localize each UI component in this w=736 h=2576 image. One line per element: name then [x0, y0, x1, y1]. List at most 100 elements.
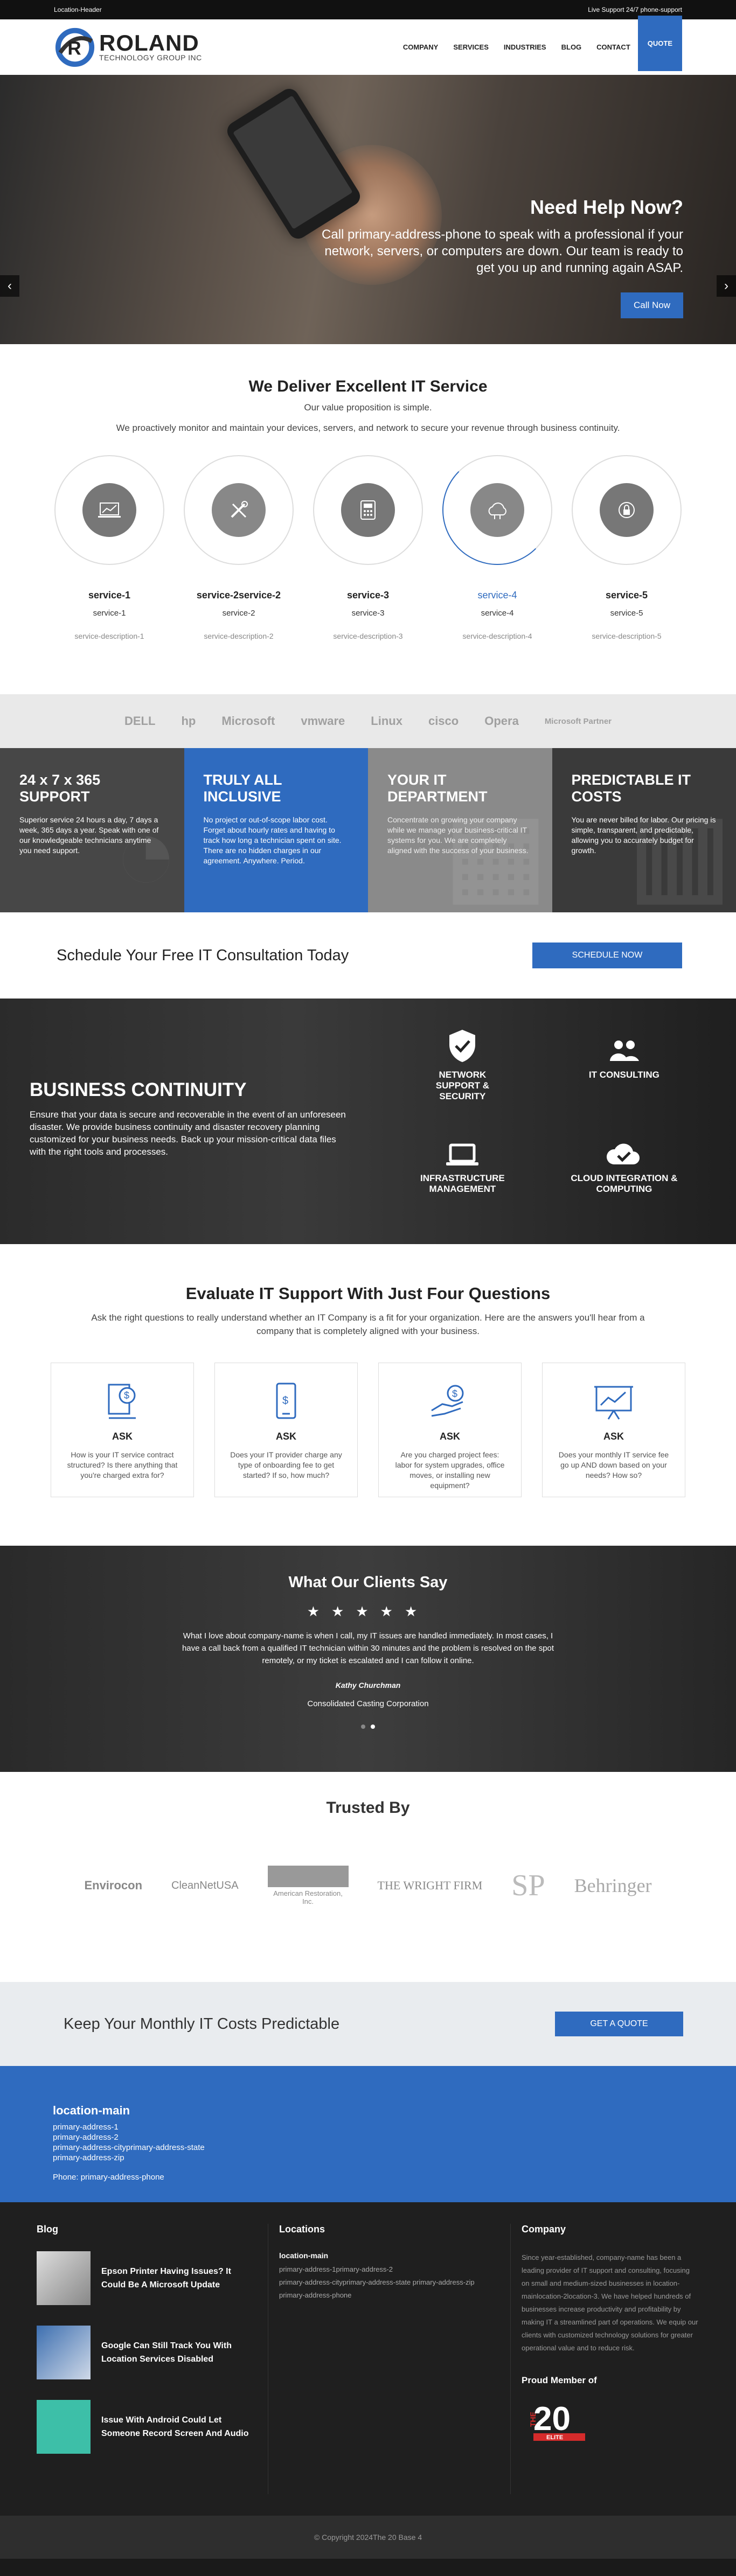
feature-title: TRULY ALL INCLUSIVE	[204, 772, 349, 805]
blog-post-title[interactable]: Google Can Still Track You With Location…	[101, 2339, 257, 2366]
footer-location-phone[interactable]: primary-address-phone	[279, 2289, 499, 2302]
blog-post-title[interactable]: Epson Printer Having Issues? It Could Be…	[101, 2265, 257, 2292]
service-name-1: service-1	[54, 590, 164, 601]
client-logo: American Restoration, Inc.	[268, 1866, 349, 1905]
evaluate-section: Evaluate IT Support With Just Four Quest…	[0, 1244, 736, 1546]
partner-logo: Linux	[371, 714, 402, 728]
client-logo: CleanNetUSA	[171, 1880, 239, 1892]
question-card-1: $ ASK How is your IT service contract st…	[51, 1363, 194, 1497]
service-card-2[interactable]: service-2service-2 service-2 service-des…	[184, 455, 294, 640]
bc-item-label: NETWORK SUPPORT & SECURITY	[377, 1070, 548, 1102]
features-row: ◔ 24 x 7 x 365 SUPPORT Superior service …	[0, 748, 736, 912]
nav-company[interactable]: COMPANY	[395, 19, 446, 75]
slider-prev-arrow-icon[interactable]: ‹	[0, 275, 19, 297]
services-section: We Deliver Excellent IT Service Our valu…	[0, 344, 736, 694]
feature-costs: ▥ PREDICTABLE IT COSTS You are never bil…	[552, 748, 736, 912]
logo[interactable]: R ROLAND TECHNOLOGY GROUP INC	[54, 26, 202, 68]
presentation-chart-icon	[543, 1381, 685, 1421]
address-line: primary-address-cityprimary-address-stat…	[53, 2142, 683, 2153]
bc-item-label: IT CONSULTING	[548, 1070, 700, 1080]
slider-next-arrow-icon[interactable]: ›	[717, 275, 736, 297]
footer-locations: Locations location-main primary-address-…	[268, 2224, 511, 2494]
phone-system-icon	[341, 483, 395, 537]
clock-icon: ◔	[114, 799, 179, 907]
feature-department: ▦ YOUR IT DEPARTMENT Concentrate on grow…	[368, 748, 552, 912]
client-logo: Envirocon	[84, 1879, 142, 1893]
service-desc-5: service-description-5	[572, 632, 682, 640]
bc-item-infrastructure[interactable]: INFRASTRUCTURE MANAGEMENT	[377, 1129, 548, 1195]
users-icon	[548, 1025, 700, 1063]
footer: Blog Epson Printer Having Issues? It Cou…	[0, 2202, 736, 2516]
nav-quote[interactable]: QUOTE	[638, 16, 682, 71]
evaluate-title: Evaluate IT Support With Just Four Quest…	[0, 1284, 736, 1303]
bc-title: BUSINESS CONTINUITY	[30, 1079, 350, 1101]
blog-post[interactable]: Google Can Still Track You With Location…	[37, 2326, 257, 2379]
service-card-3[interactable]: service-3 service-3 service-description-…	[313, 455, 423, 640]
services-subtitle: Our value proposition is simple.	[0, 402, 736, 413]
logo-swoosh-icon: R	[54, 26, 96, 68]
blog-post-title[interactable]: Issue With Android Could Let Someone Rec…	[101, 2413, 257, 2440]
hero-text: Call primary-address-phone to speak with…	[317, 226, 683, 276]
the-20-badge[interactable]: THE 20 ELITE	[522, 2396, 586, 2443]
hero-title: Need Help Now?	[317, 196, 683, 219]
nav-contact[interactable]: CONTACT	[589, 19, 638, 75]
bc-item-consulting[interactable]: IT CONSULTING	[548, 1025, 700, 1102]
bc-item-label: INFRASTRUCTURE MANAGEMENT	[377, 1173, 548, 1195]
chart-icon: ▥	[629, 799, 731, 907]
footer-blog: Blog Epson Printer Having Issues? It Cou…	[26, 2224, 268, 2494]
feature-text: No project or out-of-scope labor cost. F…	[204, 815, 349, 866]
cloud-icon	[470, 483, 524, 537]
service-name-3b: service-3	[313, 609, 423, 618]
logo-tagline: TECHNOLOGY GROUP INC	[99, 53, 202, 62]
consultation-banner: Schedule Your Free IT Consultation Today…	[0, 912, 736, 999]
bc-item-network[interactable]: NETWORK SUPPORT & SECURITY	[377, 1025, 548, 1102]
services-title: We Deliver Excellent IT Service	[0, 378, 736, 396]
question-card-3: $ ASK Are you charged project fees: labo…	[378, 1363, 522, 1497]
business-continuity-section: BUSINESS CONTINUITY Ensure that your dat…	[0, 999, 736, 1244]
bc-item-cloud[interactable]: CLOUD INTEGRATION & COMPUTING	[548, 1129, 700, 1195]
location-phone[interactable]: Phone: primary-address-phone	[53, 2173, 683, 2182]
partner-logos: DELL hp Microsoft vmware Linux cisco Ope…	[0, 694, 736, 748]
header: R ROLAND TECHNOLOGY GROUP INC COMPANY SE…	[0, 19, 736, 75]
hero-slider: ‹ › Need Help Now? Call primary-address-…	[0, 75, 736, 344]
service-desc-1: service-description-1	[54, 632, 164, 640]
footer-location-line: primary-address-1primary-address-2	[279, 2263, 499, 2276]
card-text: How is your IT service contract structur…	[51, 1450, 193, 1481]
schedule-now-button[interactable]: SCHEDULE NOW	[532, 943, 682, 968]
nav-industries[interactable]: INDUSTRIES	[496, 19, 554, 75]
testimonial-dot-1[interactable]	[361, 1725, 365, 1729]
footer-locations-title: Locations	[279, 2224, 499, 2235]
nav-blog[interactable]: BLOG	[554, 19, 589, 75]
address-line: primary-address-2	[53, 2132, 683, 2142]
testimonials-title: What Our Clients Say	[0, 1574, 736, 1591]
footer-company: Company Since year-established, company-…	[511, 2224, 710, 2494]
service-name-3: service-3	[313, 590, 423, 601]
question-card-4: ASK Does your monthly IT service fee go …	[542, 1363, 685, 1497]
blog-post[interactable]: Issue With Android Could Let Someone Rec…	[37, 2400, 257, 2454]
client-logo: THE WRIGHT FIRM	[378, 1879, 483, 1893]
testimonial-author: Kathy Churchman	[0, 1681, 736, 1690]
get-a-quote-button[interactable]: GET A QUOTE	[555, 2012, 683, 2036]
partner-logo: vmware	[301, 714, 345, 728]
logo-name: ROLAND	[99, 33, 202, 53]
blog-post[interactable]: Epson Printer Having Issues? It Could Be…	[37, 2251, 257, 2305]
svg-text:20: 20	[533, 2400, 571, 2438]
service-card-5[interactable]: service-5 service-5 service-description-…	[572, 455, 682, 640]
nav-services[interactable]: SERVICES	[446, 19, 496, 75]
svg-text:$: $	[124, 1390, 129, 1401]
live-support-text[interactable]: Live Support 24/7 phone-support	[588, 6, 682, 13]
service-desc-4: service-description-4	[442, 632, 552, 640]
partner-logo: Microsoft Partner	[545, 717, 612, 726]
footer-location-name: location-main	[279, 2251, 499, 2260]
service-card-1[interactable]: service-1 service-1 service-description-…	[54, 455, 164, 640]
address-line: primary-address-1	[53, 2122, 683, 2132]
footer-company-text: Since year-established, company-name has…	[522, 2251, 699, 2355]
service-card-4[interactable]: service-4 service-4 service-description-…	[442, 455, 552, 640]
bottom-strip	[0, 2559, 736, 2576]
location-name: location-main	[53, 2104, 683, 2118]
svg-text:$: $	[282, 1395, 288, 1407]
partner-logo: hp	[181, 714, 196, 728]
testimonial-dot-2[interactable]	[371, 1725, 375, 1729]
service-name-5b: service-5	[572, 609, 682, 618]
call-now-button[interactable]: Call Now	[621, 292, 683, 318]
